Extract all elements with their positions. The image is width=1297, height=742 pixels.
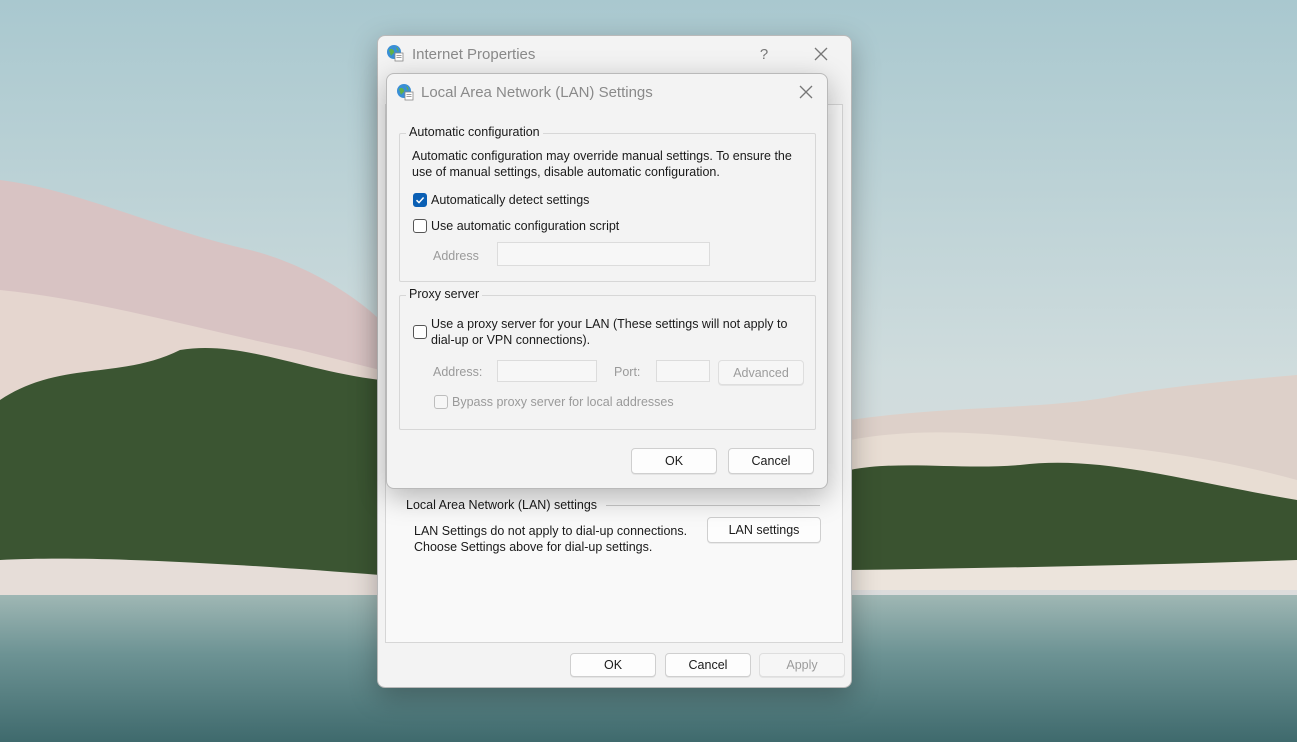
dialog-ok-label: OK <box>664 454 684 468</box>
config-script-label[interactable]: Use automatic configuration script <box>431 218 619 234</box>
script-address-input[interactable] <box>497 242 710 266</box>
advanced-button[interactable]: Advanced <box>718 360 804 385</box>
apply-button[interactable]: Apply <box>759 653 845 677</box>
bypass-local-checkbox[interactable] <box>434 395 448 409</box>
outer-window-title: Internet Properties <box>412 46 536 63</box>
use-proxy-checkbox[interactable] <box>413 325 427 339</box>
help-button[interactable]: ? <box>751 42 777 66</box>
dialog-titlebar: Local Area Network (LAN) Settings <box>387 74 827 110</box>
bypass-local-label[interactable]: Bypass proxy server for local addresses <box>452 394 674 410</box>
dialog-cancel-button[interactable]: Cancel <box>728 448 814 474</box>
proxy-server-label: Proxy server <box>406 287 483 301</box>
auto-detect-checkbox[interactable] <box>413 193 427 207</box>
apply-label: Apply <box>786 658 818 672</box>
proxy-address-label: Address: <box>433 365 483 379</box>
proxy-server-group: Proxy server Use a proxy server for your… <box>399 287 816 430</box>
outer-cancel-button[interactable]: Cancel <box>665 653 751 677</box>
dialog-cancel-label: Cancel <box>751 454 791 468</box>
outer-cancel-label: Cancel <box>688 658 728 672</box>
dialog-ok-button[interactable]: OK <box>631 448 717 474</box>
outer-ok-button[interactable]: OK <box>570 653 656 677</box>
auto-detect-label[interactable]: Automatically detect settings <box>431 192 589 208</box>
script-address-label: Address <box>433 249 479 263</box>
lan-settings-button-label: LAN settings <box>728 523 800 537</box>
dialog-close-button[interactable] <box>793 80 819 104</box>
lan-settings-button[interactable]: LAN settings <box>707 517 821 543</box>
dialog-title: Local Area Network (LAN) Settings <box>421 84 653 101</box>
auto-config-description: Automatic configuration may override man… <box>412 149 792 179</box>
globe-icon <box>397 84 414 101</box>
advanced-label: Advanced <box>733 365 789 380</box>
outer-close-button[interactable] <box>808 42 834 66</box>
lan-section-label: Local Area Network (LAN) settings <box>406 498 598 512</box>
outer-ok-label: OK <box>603 658 623 672</box>
proxy-address-input[interactable] <box>497 360 597 382</box>
use-proxy-label[interactable]: Use a proxy server for your LAN (These s… <box>431 316 809 348</box>
outer-titlebar: Internet Properties ? <box>378 36 851 72</box>
automatic-configuration-group: Automatic configuration Automatic config… <box>399 125 816 282</box>
lan-section-divider <box>606 505 820 506</box>
question-icon: ? <box>759 45 769 63</box>
close-icon <box>799 85 813 99</box>
proxy-port-label: Port: <box>614 365 641 379</box>
automatic-configuration-label: Automatic configuration <box>406 125 543 139</box>
close-icon <box>814 47 828 61</box>
checkmark-icon <box>415 196 425 204</box>
config-script-checkbox[interactable] <box>413 219 427 233</box>
proxy-port-input[interactable] <box>656 360 710 382</box>
lan-description: LAN Settings do not apply to dial-up con… <box>414 524 688 554</box>
globe-icon <box>387 45 404 62</box>
lan-settings-dialog: Local Area Network (LAN) Settings Automa… <box>386 73 828 489</box>
